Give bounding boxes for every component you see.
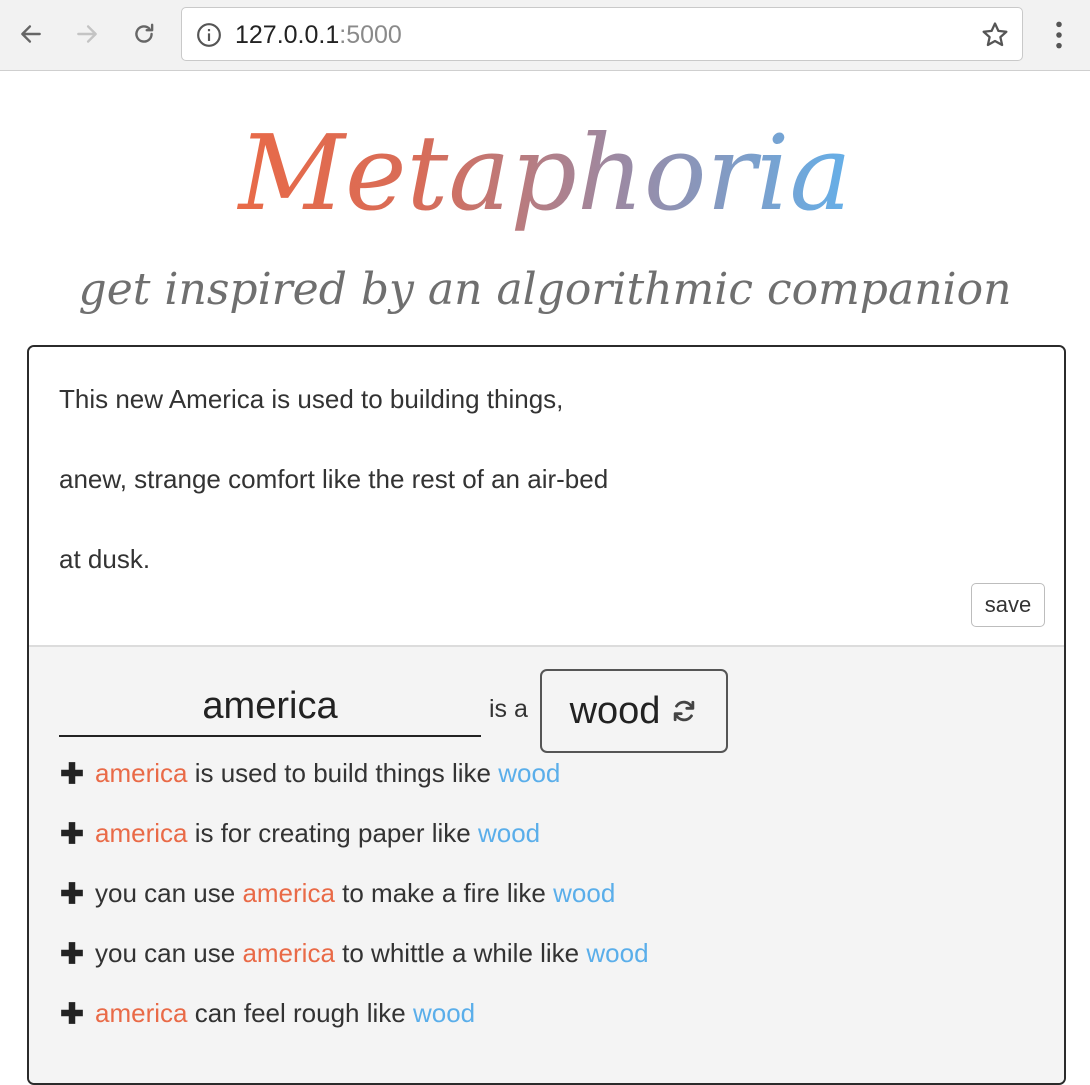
suggestion-item[interactable]: america can feel rough like wood xyxy=(59,995,475,1031)
poem-line[interactable]: at dusk. xyxy=(59,543,150,575)
vehicle-word: wood xyxy=(412,997,476,1028)
suggestion-item[interactable]: america is used to build things like woo… xyxy=(59,755,560,791)
info-icon[interactable] xyxy=(196,22,222,48)
poem-line[interactable]: This new America is used to building thi… xyxy=(59,383,563,415)
tenor-word: america xyxy=(242,937,335,968)
vehicle-word: wood xyxy=(477,817,541,848)
url-host: 127.0.0.1 xyxy=(235,21,340,49)
poem-line[interactable]: anew, strange comfort like the rest of a… xyxy=(59,463,608,495)
plus-icon[interactable] xyxy=(59,1000,85,1026)
tenor-word: america xyxy=(242,877,335,908)
star-icon[interactable] xyxy=(980,20,1010,50)
url-port: :5000 xyxy=(339,21,402,49)
forward-button[interactable] xyxy=(70,17,104,51)
poem-editor[interactable]: This new America is used to building thi… xyxy=(29,347,1064,647)
kebab-menu-icon[interactable] xyxy=(1046,18,1072,52)
vehicle-word: wood xyxy=(586,937,649,968)
save-button[interactable]: save xyxy=(971,583,1045,627)
suggestion-text: you can use xyxy=(95,937,243,968)
suggestion-text: is used to build things like xyxy=(187,757,499,788)
refresh-icon xyxy=(674,700,695,722)
tenor-word: america xyxy=(95,997,188,1028)
vehicle-word: wood xyxy=(498,757,561,788)
reload-button[interactable] xyxy=(127,17,161,51)
vehicle-label: wood xyxy=(569,689,661,732)
arrow-left-icon xyxy=(21,25,41,43)
suggestion-item[interactable]: you can use america to whittle a while l… xyxy=(59,935,649,971)
plus-icon[interactable] xyxy=(59,880,85,906)
suggestion-item[interactable]: america is for creating paper like wood xyxy=(59,815,540,851)
main-card: This new America is used to building thi… xyxy=(27,345,1066,1085)
topic-input[interactable] xyxy=(59,677,481,737)
suggestion-text: to make a fire like xyxy=(334,877,554,908)
plus-icon[interactable] xyxy=(59,820,85,846)
suggestion-item[interactable]: you can use america to make a fire like … xyxy=(59,875,615,911)
back-button[interactable] xyxy=(14,17,48,51)
browser-toolbar: 127.0.0.1:5000 xyxy=(0,0,1090,71)
connector-text: is a xyxy=(489,695,528,723)
tenor-word: america xyxy=(95,817,188,848)
tenor-word: america xyxy=(95,757,188,788)
suggestion-text: can feel rough like xyxy=(187,997,413,1028)
app-tagline: get inspired by an algorithmic companion xyxy=(78,264,1012,315)
url-text[interactable]: 127.0.0.1:5000 xyxy=(235,21,402,49)
suggestion-text: you can use xyxy=(95,877,243,908)
vehicle-refresh-button[interactable]: wood xyxy=(540,669,728,753)
address-bar[interactable]: 127.0.0.1:5000 xyxy=(181,7,1023,61)
plus-icon[interactable] xyxy=(59,940,85,966)
vehicle-word: wood xyxy=(553,877,616,908)
plus-icon[interactable] xyxy=(59,760,85,786)
app-title: Metaphoria xyxy=(229,108,862,238)
arrow-right-icon xyxy=(77,25,97,43)
suggestion-text: to whittle a while like xyxy=(334,937,587,968)
reload-icon xyxy=(135,23,154,43)
suggestion-text: is for creating paper like xyxy=(187,817,478,848)
